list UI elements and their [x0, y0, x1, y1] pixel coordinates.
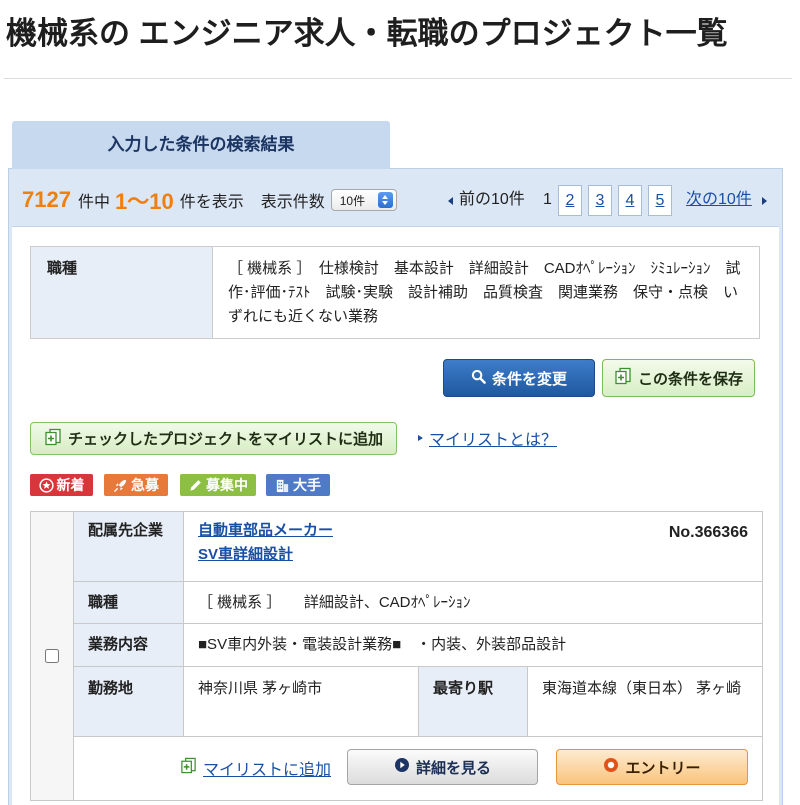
per-page-label: 表示件数: [260, 194, 325, 211]
page-link-4[interactable]: 4: [618, 185, 642, 216]
document-plus-icon: [614, 367, 632, 389]
project-title-link[interactable]: SV車詳細設計: [198, 543, 748, 567]
result-box: 7127 件中 1〜10 件を表示 表示件数 10件 前の10件 1 2 3 4…: [8, 168, 783, 805]
result-tab[interactable]: 入力した条件の検索結果: [12, 121, 390, 169]
add-checked-to-mylist-label: チェックしたプロジェクトをマイリストに追加: [67, 431, 383, 448]
per-page-select[interactable]: 10件: [330, 189, 397, 211]
what-is-mylist-label: マイリストとは？: [429, 432, 558, 449]
badge-recruiting: 募集中: [180, 474, 256, 496]
job-type-value: ［ 機械系 ］ 詳細設計、CADｵﾍﾟﾚｰｼｮﾝ: [198, 593, 471, 611]
badge-label: 急募: [131, 477, 159, 493]
next-page-link[interactable]: 次の10件: [686, 188, 752, 212]
company-label: 配属先企業: [74, 512, 184, 581]
station-label: 最寄り駅: [419, 667, 528, 736]
condition-value: ［ 機械系 ］ 仕様検討 基本設計 詳細設計 CADｵﾍﾟﾚｰｼｮﾝ ｼﾐｭﾚｰ…: [228, 260, 741, 325]
view-details-label: 詳細を見る: [415, 759, 491, 777]
location-value: 神奈川県 茅ヶ崎市: [184, 667, 419, 736]
title-divider: [4, 78, 792, 79]
total-suffix: 件中: [77, 194, 110, 211]
result-count: 7127 件中 1〜10 件を表示 表示件数 10件: [22, 184, 397, 216]
badge-label: 新着: [56, 477, 85, 493]
arrow-right-icon: [762, 197, 767, 205]
job-details: 配属先企業 自動車部品メーカー SV車詳細設計 No.366366 職種 ［ 機…: [74, 512, 762, 800]
what-is-mylist-link[interactable]: マイリストとは？: [418, 426, 557, 450]
results-content: 職種 ［ 機械系 ］ 仕様検討 基本設計 詳細設計 CADｵﾍﾟﾚｰｼｮﾝ ｼﾐ…: [12, 226, 779, 805]
company-name-link[interactable]: 自動車部品メーカー: [198, 519, 748, 543]
current-page: 1: [543, 191, 552, 208]
badge-label: 大手: [293, 477, 321, 493]
range-suffix: 件を表示: [179, 194, 244, 211]
change-conditions-button[interactable]: 条件を変更: [443, 359, 595, 397]
chevron-updown-icon: [377, 192, 393, 208]
job-number: No.366366: [668, 524, 748, 541]
badge-new: 新着: [30, 474, 93, 496]
rocket-icon: [113, 478, 128, 493]
job-row-type: 職種 ［ 機械系 ］ 詳細設計、CADｵﾍﾟﾚｰｼｮﾝ: [74, 582, 762, 624]
prev-page-label: 前の10件: [459, 191, 525, 208]
job-type-label: 職種: [74, 582, 184, 623]
job-row-location: 勤務地 神奈川県 茅ヶ崎市 最寄り駅 東海道本線（東日本） 茅ヶ崎: [74, 667, 762, 737]
result-range: 1〜10: [114, 189, 174, 214]
star-circle-icon: [38, 477, 54, 493]
total-count: 7127: [22, 187, 71, 212]
arrow-right-icon: [418, 435, 423, 441]
document-plus-icon: [44, 428, 62, 450]
change-conditions-label: 条件を変更: [491, 370, 567, 388]
job-row-duties: 業務内容 ■SV車内外装・電装設計業務■ ・内装、外装部品設計: [74, 624, 762, 667]
record-circle-icon: [603, 757, 619, 777]
arrow-left-icon: [448, 197, 453, 205]
job-card: 配属先企業 自動車部品メーカー SV車詳細設計 No.366366 職種 ［ 機…: [30, 511, 763, 801]
badge-major-company: 大手: [266, 474, 330, 496]
search-icon: [471, 369, 486, 388]
entry-button[interactable]: エントリー: [556, 749, 748, 785]
save-conditions-label: この条件を保存: [637, 370, 743, 388]
view-details-button[interactable]: 詳細を見る: [347, 749, 538, 785]
company-value: 自動車部品メーカー SV車詳細設計 No.366366: [184, 512, 762, 581]
page-link-3[interactable]: 3: [588, 185, 612, 216]
add-to-mylist-label: マイリストに追加: [203, 762, 332, 779]
location-label: 勤務地: [74, 667, 184, 736]
job-row-company: 配属先企業 自動車部品メーカー SV車詳細設計 No.366366: [74, 512, 762, 582]
document-plus-icon: [180, 757, 197, 779]
station-value: 東海道本線（東日本） 茅ヶ崎: [542, 680, 742, 697]
badge-label: 募集中: [206, 477, 248, 493]
page-link-2[interactable]: 2: [558, 185, 582, 216]
duties-label: 業務内容: [74, 624, 184, 666]
job-select-cell: [31, 512, 74, 800]
add-checked-to-mylist-button[interactable]: チェックしたプロジェクトをマイリストに追加: [30, 422, 397, 455]
job-actions: マイリストに追加 詳細を見る エントリー: [74, 737, 762, 800]
duties-value: ■SV車内外装・電装設計業務■ ・内装、外装部品設計: [198, 636, 567, 653]
job-select-checkbox[interactable]: [45, 649, 59, 663]
save-conditions-button[interactable]: この条件を保存: [602, 359, 755, 397]
pencil-icon: [188, 478, 203, 493]
page-title: 機械系の エンジニア求人・転職のプロジェクト一覧: [6, 16, 728, 51]
per-page-value: 10件: [339, 193, 366, 208]
page-link-5[interactable]: 5: [648, 185, 672, 216]
entry-label: エントリー: [625, 759, 701, 777]
play-circle-icon: [394, 757, 410, 777]
add-to-mylist-link[interactable]: マイリストに追加: [180, 756, 331, 780]
search-conditions-table: 職種 ［ 機械系 ］ 仕様検討 基本設計 詳細設計 CADｵﾍﾟﾚｰｼｮﾝ ｼﾐ…: [30, 246, 760, 339]
badge-urgent: 急募: [104, 474, 168, 496]
condition-label: 職種: [31, 247, 213, 338]
building-icon: [275, 478, 290, 493]
